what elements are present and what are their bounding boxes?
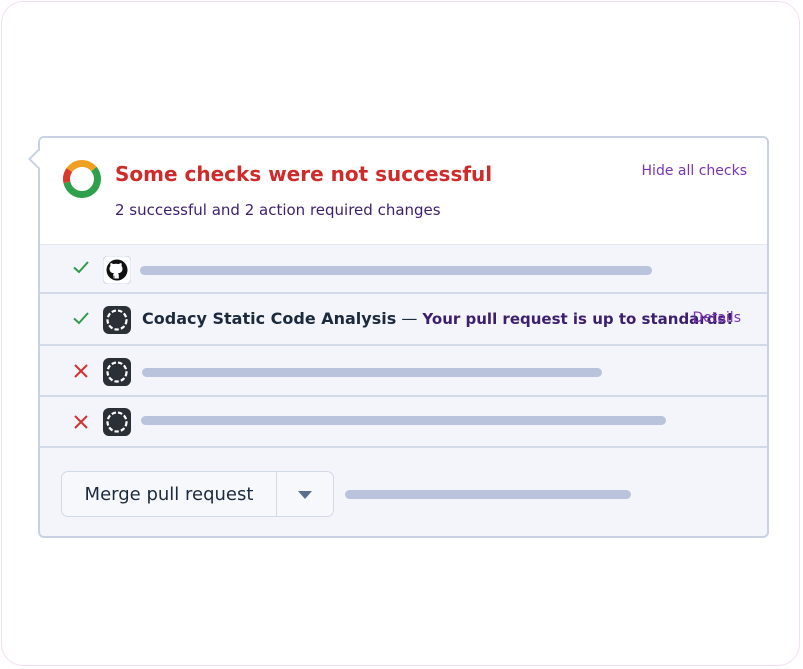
placeholder-bar [345, 490, 631, 499]
check-icon [73, 312, 89, 325]
check-description: Your pull request is up to standards! [422, 310, 734, 328]
check-title: Codacy Static Code Analysis — Your pull … [142, 309, 733, 328]
caret-down-icon [298, 491, 312, 499]
codacy-icon [103, 306, 131, 334]
checks-header: Some checks were not successful 2 succes… [40, 138, 767, 244]
check-icon [73, 261, 89, 274]
x-icon [74, 415, 88, 429]
hide-all-checks-link[interactable]: Hide all checks [642, 163, 747, 179]
status-donut-icon [63, 160, 101, 198]
placeholder-bar [142, 368, 602, 377]
codacy-icon [103, 358, 131, 386]
checks-status-summary: 2 successful and 2 action required chang… [115, 201, 441, 219]
check-row [40, 346, 767, 397]
checks-panel: Some checks were not successful 2 succes… [28, 136, 769, 538]
placeholder-bar [141, 416, 666, 425]
checks-status-title: Some checks were not successful [115, 162, 493, 186]
check-separator: — [396, 309, 423, 328]
x-icon [74, 364, 88, 378]
card-frame: Some checks were not successful 2 succes… [1, 1, 800, 666]
merge-options-dropdown[interactable] [277, 472, 333, 516]
placeholder-bar [140, 266, 652, 275]
check-row [40, 244, 767, 294]
check-row-codacy: Codacy Static Code Analysis — Your pull … [40, 294, 767, 346]
check-row [40, 397, 767, 448]
check-name: Codacy Static Code Analysis [142, 309, 397, 328]
github-icon [103, 256, 131, 284]
merge-button-group: Merge pull request [61, 471, 334, 517]
merge-pull-request-button[interactable]: Merge pull request [62, 472, 277, 516]
details-link[interactable]: Details [692, 310, 741, 326]
codacy-icon [103, 408, 131, 436]
